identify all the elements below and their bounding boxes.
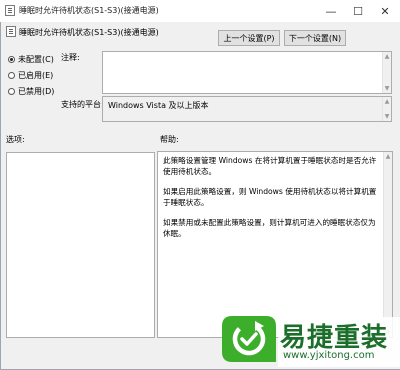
supported-value: Windows Vista 及以上版本 xyxy=(108,101,209,110)
radio-enabled-label: 已启用(E) xyxy=(18,71,54,80)
comment-label: 注释: xyxy=(61,53,80,62)
supported-platforms-box: Windows Vista 及以上版本 ▲ ▼ xyxy=(102,96,392,122)
help-pane: 此策略设置管理 Windows 在将计算机置于睡眠状态时是否允许使用待机状态。 … xyxy=(157,151,393,338)
window-title: 睡眠时允许待机状态(S1-S3)(接通电源) xyxy=(19,6,159,15)
radio-not-configured[interactable]: 未配置(C) xyxy=(8,54,54,65)
radio-not-configured-label: 未配置(C) xyxy=(18,55,54,64)
scroll-down-icon[interactable]: ▼ xyxy=(383,84,391,93)
radio-disabled[interactable]: 已禁用(D) xyxy=(8,86,54,97)
help-pane-label: 帮助: xyxy=(160,135,179,144)
scroll-down-icon[interactable]: ▼ xyxy=(383,112,391,121)
radio-icon xyxy=(8,88,15,95)
watermark-logo xyxy=(218,312,278,366)
scroll-up-icon[interactable]: ▲ xyxy=(383,52,391,61)
supported-label: 支持的平台: xyxy=(61,100,104,109)
close-button[interactable]: ✕ xyxy=(371,0,399,22)
previous-setting-button[interactable]: 上一个设置(P) xyxy=(218,30,280,46)
policy-icon xyxy=(6,26,16,37)
radio-disabled-label: 已禁用(D) xyxy=(18,87,55,96)
next-setting-button[interactable]: 下一个设置(N) xyxy=(284,30,346,46)
refresh-logo-icon xyxy=(222,316,276,362)
scroll-up-icon[interactable]: ▲ xyxy=(384,152,392,161)
help-paragraph-2: 如果启用此策略设置，则 Windows 使用待机状态以将计算机置于睡眠状态。 xyxy=(163,187,377,207)
scroll-up-icon[interactable]: ▲ xyxy=(383,97,391,106)
comment-textarea[interactable]: ▲ ▼ xyxy=(102,51,392,94)
comment-scrollbar[interactable]: ▲ ▼ xyxy=(382,52,391,93)
help-paragraph-1: 此策略设置管理 Windows 在将计算机置于睡眠状态时是否允许使用待机状态。 xyxy=(163,156,377,176)
app-icon xyxy=(5,5,15,16)
help-paragraph-3: 如果禁用或未配置此策略设置，则计算机可进入的睡眠状态仅为休眠。 xyxy=(163,218,376,238)
supported-scrollbar[interactable]: ▲ ▼ xyxy=(382,97,391,121)
maximize-button[interactable]: ☐ xyxy=(344,0,372,22)
setting-title: 睡眠时允许待机状态(S1-S3)(接通电源) xyxy=(19,28,159,37)
watermark-url: www.yjxitong.com xyxy=(283,350,375,361)
watermark-brand: 易捷重装 xyxy=(280,323,389,353)
title-bar: 睡眠时允许待机状态(S1-S3)(接通电源) — ☐ ✕ xyxy=(0,0,400,22)
options-pane-label: 选项: xyxy=(6,135,25,144)
radio-enabled[interactable]: 已启用(E) xyxy=(8,70,53,81)
minimize-button[interactable]: — xyxy=(317,0,345,22)
radio-icon xyxy=(8,72,15,79)
radio-selected-icon xyxy=(8,56,15,63)
options-pane xyxy=(6,152,155,338)
help-scrollbar[interactable]: ▲ ▼ xyxy=(383,152,392,337)
